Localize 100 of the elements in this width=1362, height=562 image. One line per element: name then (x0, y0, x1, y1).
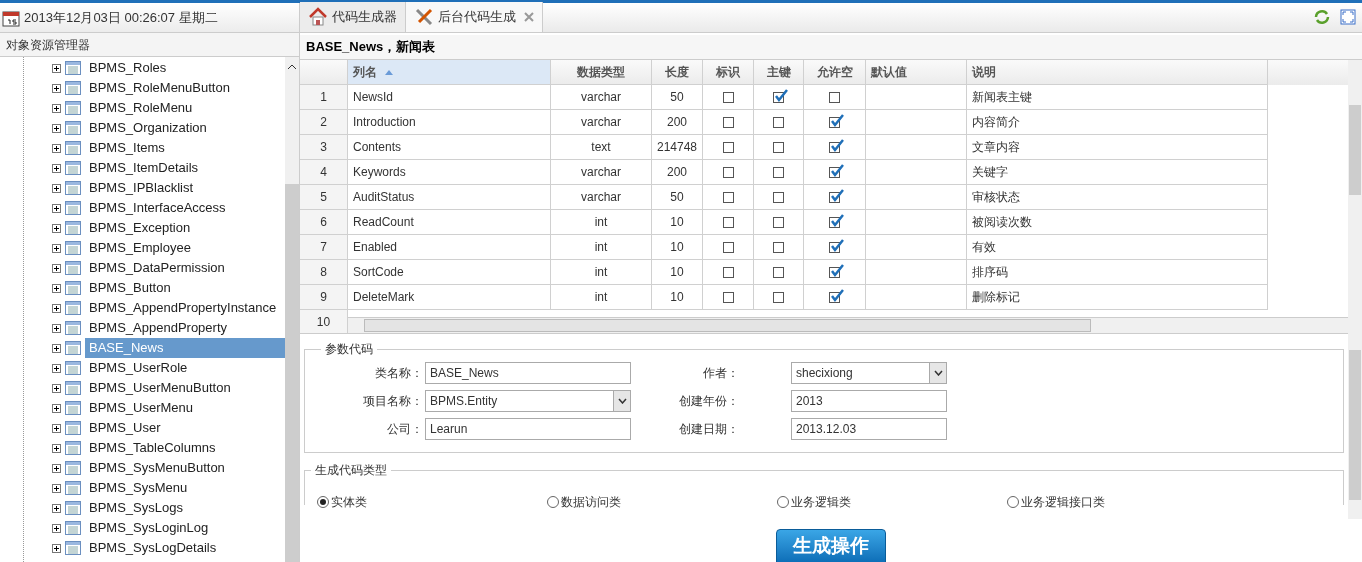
generate-button[interactable]: 生成操作 (776, 529, 886, 562)
close-icon[interactable] (524, 12, 534, 22)
checkbox[interactable] (722, 216, 734, 228)
checkbox[interactable] (722, 291, 734, 303)
expand-icon[interactable] (52, 363, 61, 373)
expand-icon[interactable] (52, 203, 61, 213)
tree-item[interactable]: BPMS_SysLoginLog (85, 518, 285, 538)
tab[interactable]: 后台代码生成 (406, 2, 543, 32)
radio-button[interactable] (547, 496, 559, 508)
expand-icon[interactable] (52, 243, 61, 253)
expand-icon[interactable] (52, 183, 61, 193)
checkbox[interactable] (722, 91, 734, 103)
checkbox[interactable] (773, 216, 784, 228)
radio-option[interactable]: 数据访问类 (547, 493, 777, 511)
table-cell: 10 (652, 235, 703, 260)
dropdown[interactable]: BPMS.Entity (425, 390, 631, 412)
tree-item[interactable]: BPMS_UserMenuButton (85, 378, 285, 398)
scrollbar[interactable] (285, 57, 299, 562)
expand-icon[interactable] (52, 83, 61, 93)
checkbox[interactable] (722, 116, 734, 128)
expand-icon[interactable] (52, 543, 61, 553)
column-header[interactable]: 长度 (652, 60, 703, 85)
expand-icon[interactable] (52, 523, 61, 533)
column-header[interactable]: 数据类型 (551, 60, 652, 85)
column-header[interactable]: 允许空 (804, 60, 866, 85)
column-header[interactable]: 标识 (703, 60, 754, 85)
tree-item[interactable]: BPMS_SysMenuButton (85, 458, 285, 478)
checkbox[interactable] (773, 266, 784, 278)
refresh-icon[interactable] (1314, 9, 1330, 25)
column-header[interactable]: 列名 (348, 60, 551, 85)
column-header[interactable]: 主键 (754, 60, 804, 85)
expand-icon[interactable] (52, 283, 61, 293)
radio-option[interactable]: 实体类 (317, 493, 547, 511)
checkbox[interactable] (722, 141, 734, 153)
scrollbar[interactable] (1348, 60, 1362, 334)
expand-icon[interactable] (52, 143, 61, 153)
tree-item[interactable]: BPMS_TableColumns (85, 438, 285, 458)
expand-icon[interactable] (52, 303, 61, 313)
tree-item[interactable]: BPMS_SysMenu (85, 478, 285, 498)
tree-item[interactable]: BPMS_AppendProperty (85, 318, 285, 338)
expand-icon[interactable] (52, 483, 61, 493)
checkbox[interactable] (773, 191, 784, 203)
radio-option[interactable]: 业务逻辑接口类 (1007, 493, 1237, 511)
tree-item[interactable]: BPMS_UserMenu (85, 398, 285, 418)
radio-button[interactable] (777, 496, 789, 508)
tree-item[interactable]: BPMS_ItemDetails (85, 158, 285, 178)
checkbox[interactable] (722, 191, 734, 203)
tree-item[interactable]: BPMS_InterfaceAccess (85, 198, 285, 218)
column-header[interactable]: 说明 (967, 60, 1268, 85)
expand-icon[interactable] (52, 383, 61, 393)
horizontal-scrollbar[interactable] (348, 317, 1348, 333)
expand-icon[interactable] (52, 163, 61, 173)
input-field[interactable]: 2013 (791, 390, 947, 412)
radio-option[interactable]: 业务逻辑类 (777, 493, 1007, 511)
tree-item[interactable]: BPMS_Items (85, 138, 285, 158)
column-header[interactable]: 默认值 (866, 60, 967, 85)
tree-item[interactable]: BPMS_Roles (85, 58, 285, 78)
input-field[interactable]: Learun (425, 418, 631, 440)
tree-item[interactable]: BPMS_UserRole (85, 358, 285, 378)
tree-item[interactable]: BPMS_IPBlacklist (85, 178, 285, 198)
tree-item[interactable]: BPMS_SysLogDetails (85, 538, 285, 558)
expand-icon[interactable] (52, 63, 61, 73)
fullscreen-icon[interactable] (1340, 9, 1356, 25)
input-field[interactable]: BASE_News (425, 362, 631, 384)
checkbox[interactable] (722, 266, 734, 278)
checkbox[interactable] (773, 141, 784, 153)
dropdown[interactable]: shecixiong (791, 362, 947, 384)
tree-item[interactable]: BPMS_Button (85, 278, 285, 298)
tree-item[interactable]: BPMS_SysLogs (85, 498, 285, 518)
expand-icon[interactable] (52, 343, 61, 353)
expand-icon[interactable] (52, 223, 61, 233)
expand-icon[interactable] (52, 443, 61, 453)
expand-icon[interactable] (52, 103, 61, 113)
tree-item[interactable]: BPMS_User (85, 418, 285, 438)
tree-item[interactable]: BPMS_AppendPropertyInstance (85, 298, 285, 318)
scrollbar[interactable] (1348, 334, 1362, 519)
input-field[interactable]: 2013.12.03 (791, 418, 947, 440)
tree-item[interactable]: BPMS_Organization (85, 118, 285, 138)
tree-item[interactable]: BPMS_Exception (85, 218, 285, 238)
expand-icon[interactable] (52, 463, 61, 473)
expand-icon[interactable] (52, 123, 61, 133)
checkbox[interactable] (773, 116, 784, 128)
checkbox[interactable] (773, 166, 784, 178)
radio-button[interactable] (1007, 496, 1019, 508)
checkbox[interactable] (829, 91, 840, 103)
expand-icon[interactable] (52, 323, 61, 333)
expand-icon[interactable] (52, 503, 61, 513)
expand-icon[interactable] (52, 423, 61, 433)
tree-item[interactable]: BPMS_RoleMenuButton (85, 78, 285, 98)
expand-icon[interactable] (52, 403, 61, 413)
checkbox[interactable] (773, 291, 784, 303)
expand-icon[interactable] (52, 263, 61, 273)
radio-button[interactable] (317, 496, 329, 508)
checkbox[interactable] (722, 166, 734, 178)
tab[interactable]: 代码生成器 (300, 2, 406, 32)
tree-item[interactable]: BPMS_RoleMenu (85, 98, 285, 118)
checkbox[interactable] (773, 241, 784, 253)
tree-item[interactable]: BPMS_Employee (85, 238, 285, 258)
tree-item[interactable]: BPMS_DataPermission (85, 258, 285, 278)
checkbox[interactable] (722, 241, 734, 253)
